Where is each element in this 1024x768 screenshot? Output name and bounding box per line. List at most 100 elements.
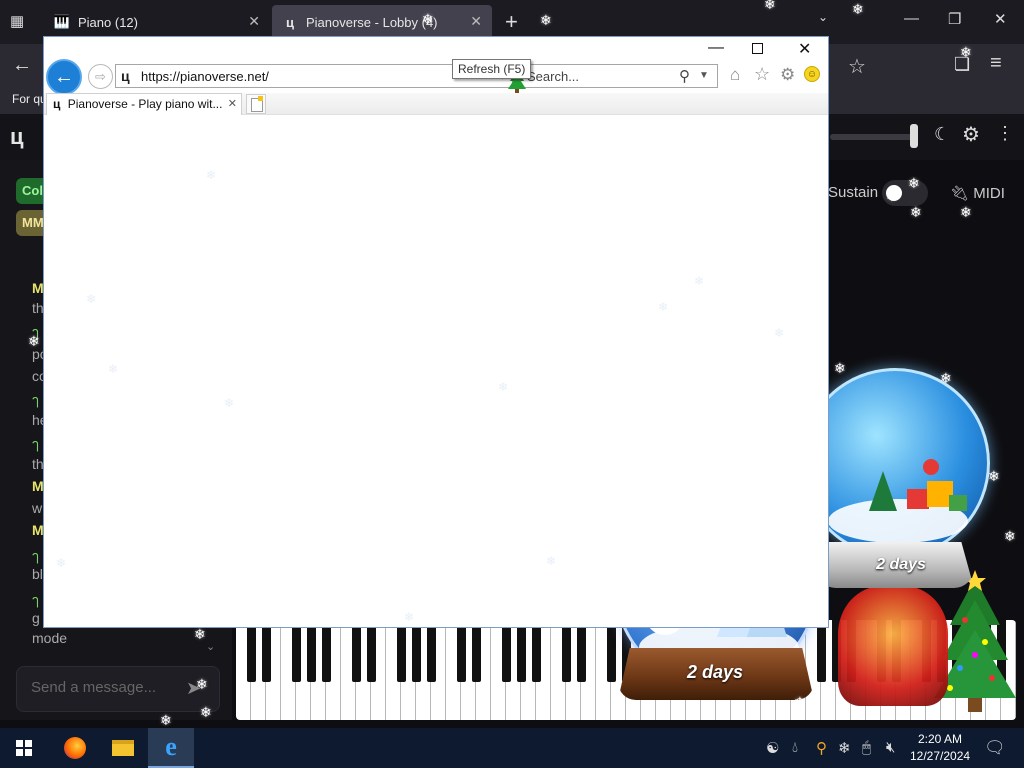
restore-icon[interactable]: ❐ [948,10,961,28]
chat-message-fragment: ๅ [32,436,39,452]
countdown-label-left: 2 days [686,662,744,682]
more-options-icon[interactable]: ⋮ [996,123,1014,144]
tray-snowflake-icon[interactable]: ❄ [838,739,851,757]
maximize-icon[interactable] [752,43,763,54]
snowflake-icon: ❄ [694,274,705,288]
clock-date[interactable]: 12/27/2024 [910,749,970,763]
smiley-feedback-icon[interactable]: ☺ [804,66,820,82]
snowflake-icon: ❄ [224,396,235,410]
close-tab-icon[interactable]: ✕ [248,13,260,30]
forward-button[interactable]: ⇨ [88,64,113,89]
home-icon[interactable]: ⌂ [730,65,740,85]
close-window-icon[interactable]: ✕ [994,10,1007,28]
snowflake-icon: ❄ [1004,528,1016,544]
snowflake-icon: ❄ [206,168,217,182]
gear-icon[interactable]: ⚙ [780,65,795,85]
piano-black-key[interactable] [307,620,316,682]
ie-tab-pianoverse[interactable]: ц Pianoverse - Play piano wit... ✕ [46,93,242,115]
piano-black-key[interactable] [562,620,571,682]
new-tab-icon[interactable]: + [505,9,518,35]
piano-black-key[interactable] [532,620,541,682]
sustain-label: Sustain [828,184,879,201]
snowflake-icon: ❄ [86,292,97,306]
piano-black-key[interactable] [352,620,361,682]
piano-black-key[interactable] [397,620,406,682]
piano-black-key[interactable] [427,620,436,682]
snowflake-icon: ❄ [960,44,972,60]
address-url[interactable]: https://pianoverse.net/ [141,69,269,84]
tab-list-icon[interactable]: ▦ [10,12,30,32]
forward-arrow-icon: ⇨ [95,68,106,84]
chat-message-fragment: M [32,478,44,494]
hamburger-menu-icon[interactable]: ≡ [990,52,1002,75]
star-icon[interactable]: ☆ [754,64,770,85]
piano-black-key[interactable] [367,620,376,682]
site-favicon-icon: ц [121,68,130,84]
snowflake-icon: ❄ [908,175,920,191]
piano-black-key[interactable] [517,620,526,682]
windows-start-icon[interactable] [16,740,32,756]
internet-explorer-icon[interactable]: e [148,728,194,768]
network-icon[interactable]: 🖱︎ [862,739,871,756]
search-box[interactable]: Search... ⚲ ▼ [520,64,718,88]
volume-slider[interactable] [830,134,916,140]
minimize-icon[interactable]: — [904,10,919,27]
midi-button[interactable]: 🔌︎ MIDI [950,184,1005,202]
snowflake-icon: ❄ [56,556,67,570]
refresh-tooltip: Refresh (F5) [452,59,532,79]
notification-center-icon[interactable]: 🗨︎ [984,738,1006,758]
volume-slider-handle[interactable] [910,124,918,148]
piano-black-key[interactable] [412,620,421,682]
pianoverse-logo-icon: ц [53,97,61,111]
outer-tab-pianoverse-lobby[interactable]: ц Pianoverse - Lobby (4) ✕ [272,5,492,39]
chevron-down-icon[interactable]: ⌄ [818,10,828,24]
minimize-icon[interactable]: — [708,39,724,57]
chat-message-fragment: th [32,456,44,472]
countdown-label-right: 2 days [876,556,926,573]
back-button[interactable]: ← [46,59,82,95]
back-arrow-icon[interactable]: ← [12,54,32,77]
clock-time[interactable]: 2:20 AM [918,732,962,746]
chat-message-fragment: ๅ [32,392,39,408]
gear-icon[interactable]: ⚙ [962,122,980,147]
tray-drop-icon[interactable]: 💧︎ [792,739,798,756]
piano-black-key[interactable] [322,620,331,682]
chat-message-fragment: th [32,300,44,316]
piano-black-key[interactable] [472,620,481,682]
snowflake-icon: ❄ [794,694,806,710]
close-icon[interactable]: ✕ [798,39,811,59]
piano-black-key[interactable] [262,620,271,682]
tray-people-icon[interactable]: ☯ [766,739,779,757]
bookmark-star-icon[interactable]: ☆ [848,54,866,79]
piano-black-key[interactable] [292,620,301,682]
close-tab-icon[interactable]: ✕ [228,97,237,110]
chevron-down-icon[interactable]: ⌄ [206,640,215,653]
outer-tab-title: Piano (12) [78,14,138,30]
chevron-down-icon[interactable]: ▼ [699,70,709,81]
file-explorer-icon[interactable] [100,728,146,768]
snowflake-icon: ❄ [422,11,434,27]
new-tab-button[interactable] [246,94,266,114]
chat-message-fragment: g [32,610,40,626]
pianoverse-logo-icon[interactable]: ц [10,124,24,150]
firefox-icon[interactable] [52,728,98,768]
moon-icon[interactable]: ☾ [934,124,950,145]
piano-black-key[interactable] [607,620,616,682]
piano-icon: 🎹 [53,14,71,29]
volume-muted-icon[interactable]: 🔇︎ [886,739,895,756]
search-icon[interactable]: ⚲ [679,67,690,85]
piano-black-key[interactable] [247,620,256,682]
piano-black-key[interactable] [457,620,466,682]
chat-message-fragment: M [32,280,44,296]
tray-search-icon[interactable]: ⚲ [816,739,827,757]
snowflake-icon: ❄ [196,676,208,692]
close-tab-icon[interactable]: ✕ [470,13,482,30]
windows-taskbar: e ☯ 💧︎ ⚲ ❄ 🖱︎ 🔇︎ 2:20 AM 12/27/2024 🗨︎ [0,728,1024,768]
piano-black-key[interactable] [577,620,586,682]
outer-tab-piano[interactable]: 🎹 Piano (12) ✕ [44,5,270,39]
search-input[interactable]: Search... [527,69,579,84]
snowflake-icon: ❄ [940,370,952,386]
piano-black-key[interactable] [502,620,511,682]
snowflake-icon: ❄ [910,204,922,220]
ie-tab-row: ц Pianoverse - Play piano wit... ✕ [44,93,828,115]
